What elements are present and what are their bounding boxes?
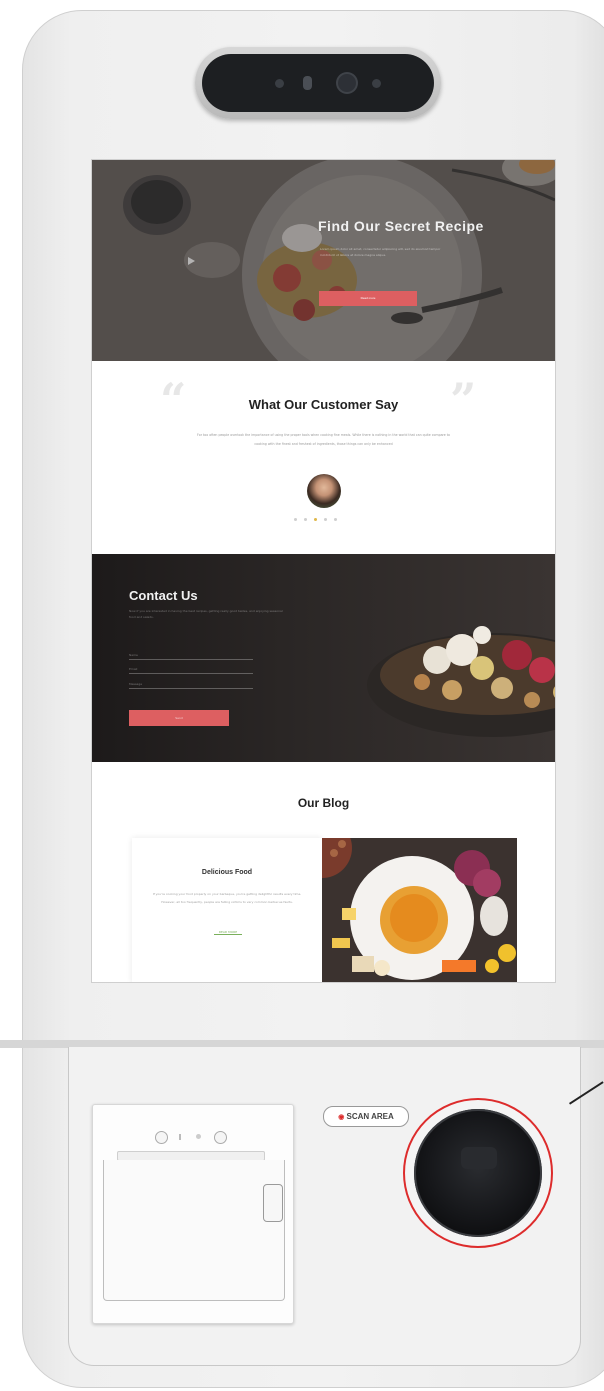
printer-indicator-icon [179, 1134, 181, 1140]
blog-food-illustration [322, 838, 517, 982]
scan-arrow-icon: ◉ [338, 1114, 345, 1121]
barcode-scanner[interactable] [403, 1098, 553, 1248]
hero-read-more-button[interactable]: Read more [319, 291, 417, 306]
printer-led-icon [155, 1131, 168, 1144]
send-button[interactable]: Send [129, 710, 229, 726]
scanner-lens [414, 1109, 542, 1237]
camera-ir-icon [372, 79, 381, 88]
contact-text: Now if you are interested in having the … [129, 609, 283, 619]
printer-button-icon [214, 1131, 227, 1144]
blog-post-text: If you're cooking your food properly on … [152, 892, 302, 904]
printer-indicator-icon-2 [196, 1134, 201, 1139]
blog-title: Our Blog [297, 796, 350, 810]
blog-post-title: Delicious Food [201, 869, 253, 876]
receipt-printer [92, 1104, 294, 1324]
camera-module [195, 47, 441, 119]
printer-latch[interactable] [263, 1184, 283, 1222]
carousel-dot-1[interactable] [294, 518, 297, 521]
hero-title: Find Our Secret Recipe [318, 218, 484, 234]
camera-sensor-icon [275, 79, 284, 88]
scan-area-text: SCAN AREA [346, 1112, 394, 1121]
testimonial-text: For too often people overlook the import… [197, 433, 450, 446]
blog-photo [322, 838, 517, 982]
camera-lens-icon [338, 74, 356, 92]
testimonials-title: What Our Customer Say [248, 397, 399, 412]
hero-section: Find Our Secret Recipe Lorem ipsum dolor… [92, 160, 555, 361]
testimonials-section: “ ” What Our Customer Say For too often … [92, 361, 555, 554]
carousel-dot-2[interactable] [304, 518, 307, 521]
printer-door [103, 1160, 285, 1301]
read-more-link[interactable]: READ MORE [214, 930, 242, 935]
blog-card[interactable]: Delicious Food If you're cooking your fo… [132, 838, 322, 982]
scanner-window [461, 1147, 497, 1169]
message-field[interactable]: Message [129, 680, 253, 689]
camera-indicator-icon [303, 76, 312, 90]
contact-food-illustration [367, 626, 555, 737]
carousel-dot-4[interactable] [324, 518, 327, 521]
kiosk-screen: Find Our Secret Recipe Lorem ipsum dolor… [92, 160, 555, 982]
scan-area-label: ◉ SCAN AREA [323, 1106, 409, 1127]
name-field[interactable]: Name [129, 651, 253, 660]
carousel-dot-5[interactable] [334, 518, 337, 521]
contact-title: Contact Us [129, 588, 198, 603]
blog-section: Our Blog Delicious Food If you're cookin… [92, 762, 555, 982]
hero-text: Lorem ipsum dolor sit amet, consectetur … [320, 247, 441, 257]
carousel-dots [294, 518, 337, 521]
email-field[interactable]: Email [129, 665, 253, 674]
customer-avatar [307, 474, 341, 508]
carousel-dot-3[interactable] [314, 518, 317, 521]
contact-section: Contact Us Now if you are interested in … [92, 554, 555, 762]
